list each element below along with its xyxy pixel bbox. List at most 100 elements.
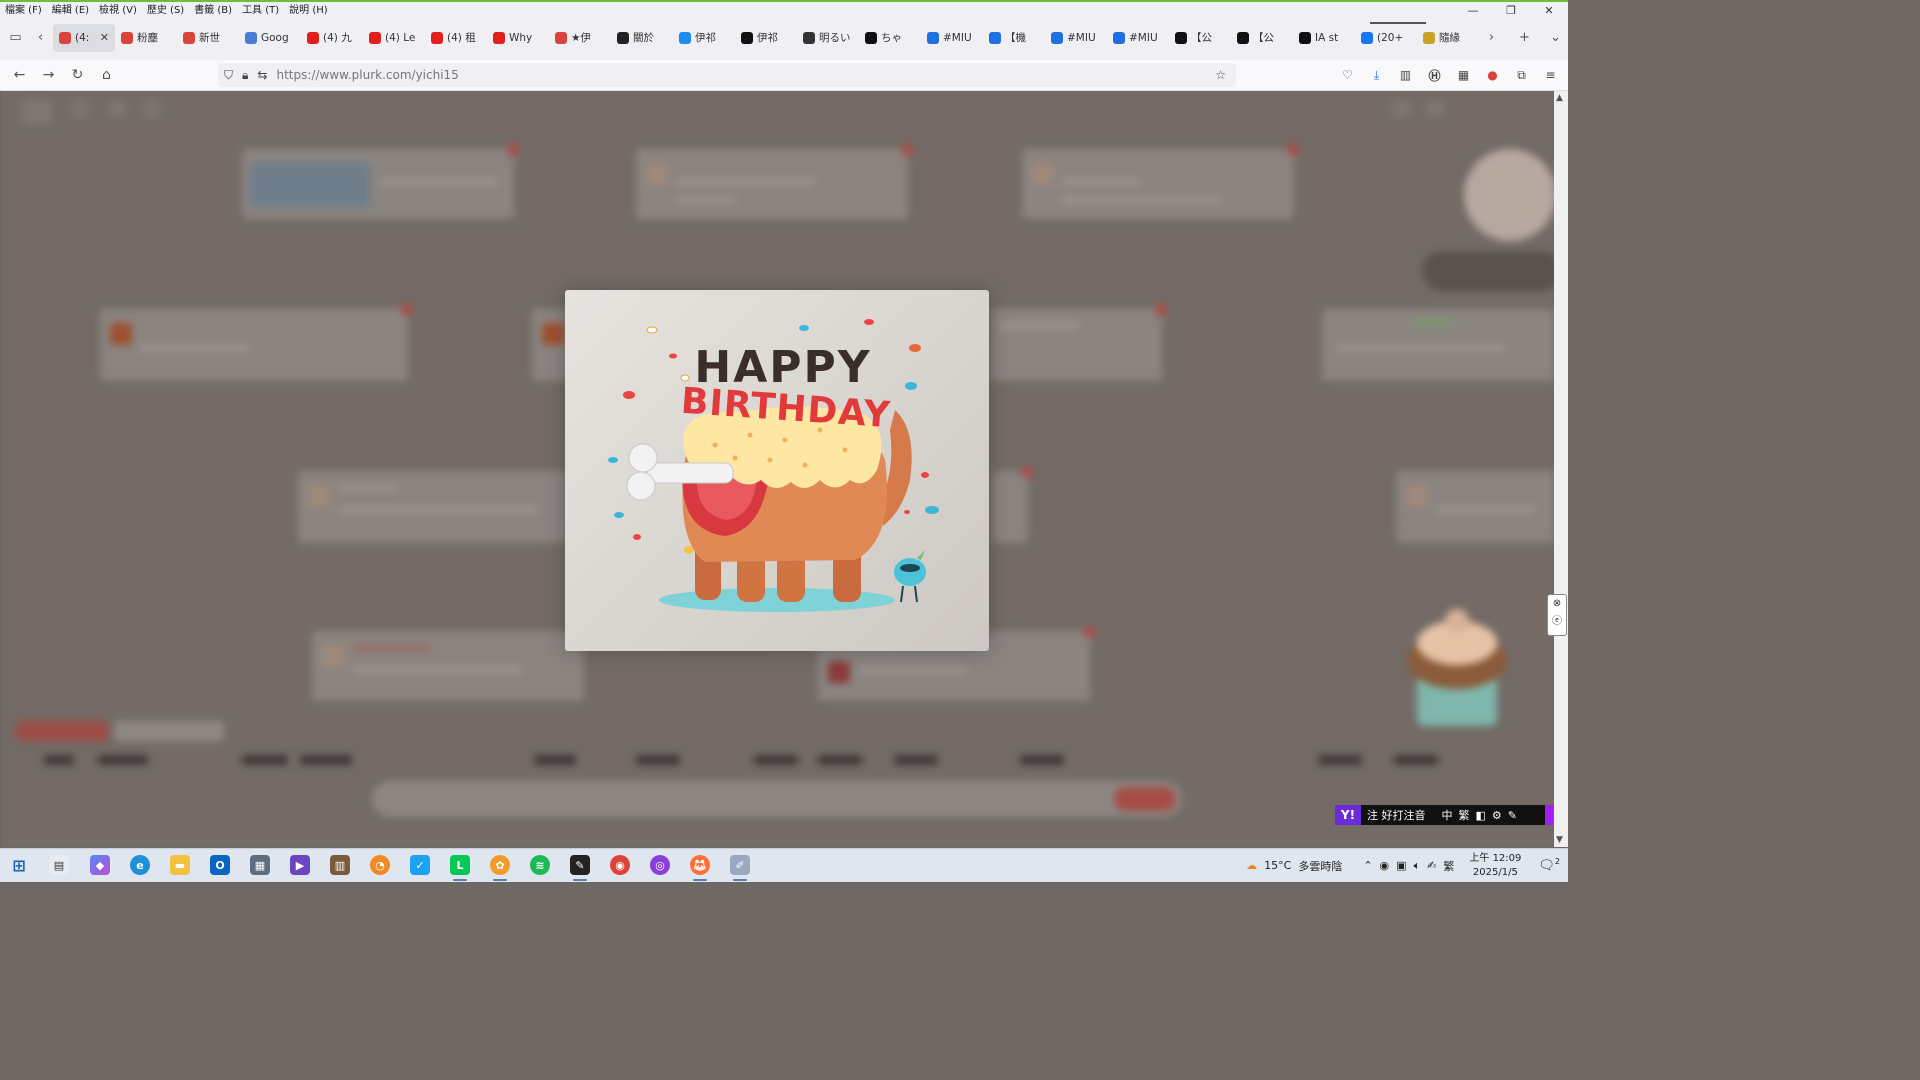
spotify-icon[interactable]: ≋ <box>530 855 550 875</box>
tab-item[interactable]: #MIU <box>1045 24 1107 52</box>
game-app-icon[interactable]: ◎ <box>650 855 670 875</box>
reload-icon[interactable]: ↻ <box>63 62 92 88</box>
chrome-icon[interactable]: ◉ <box>610 855 630 875</box>
close-widget-icon[interactable]: ⊗ <box>1548 595 1566 613</box>
menu-view[interactable]: 檢視 (V) <box>94 1 142 16</box>
ime-name[interactable]: 注 好打注音 <box>1367 807 1426 823</box>
birthday-image-modal[interactable]: HAPPY BIRTHDAY <box>565 290 989 651</box>
tab-item[interactable]: 伊祁 <box>735 24 797 52</box>
scroll-down-icon[interactable]: ▼ <box>1556 835 1563 845</box>
ime-tools-icon[interactable]: ✎ <box>1508 809 1517 822</box>
orange-app-icon[interactable]: ◔ <box>370 855 390 875</box>
show-hidden-icons-icon[interactable]: ⌃ <box>1363 859 1372 872</box>
scroll-tabs-right-icon[interactable]: › <box>1479 25 1504 51</box>
url-bar[interactable]: ⛉ 🔒︎ ⇆ https://www.plurk.com/yichi15 ☆ <box>218 63 1236 87</box>
edge-icon[interactable]: e <box>130 855 150 875</box>
bluesky-app-icon[interactable]: ✓ <box>410 855 430 875</box>
ime-settings-icon[interactable]: ⚙ <box>1492 809 1502 822</box>
ime-mode[interactable]: 中 <box>1442 807 1453 823</box>
weather-icon[interactable]: ☁ <box>1246 859 1257 872</box>
tab-item[interactable]: 隨緣 <box>1417 24 1479 52</box>
list-all-tabs-icon[interactable]: ⌄ <box>1543 25 1568 51</box>
tab-item[interactable]: (4) Le <box>363 24 425 52</box>
widget-e-icon[interactable]: ⓔ <box>1548 613 1566 631</box>
calculator-icon[interactable]: ▦ <box>250 855 270 875</box>
tab-item[interactable]: (4) 九 <box>301 24 363 52</box>
volume-icon[interactable]: 🔈︎ <box>1414 859 1421 873</box>
pen-tray-icon[interactable]: ✍ <box>1427 859 1436 872</box>
paint-app-icon[interactable]: ✐ <box>730 855 750 881</box>
line-app-icon[interactable]: L <box>450 855 470 881</box>
tab-item[interactable]: #MIU <box>921 24 983 52</box>
tab-overview-icon[interactable]: ▭ <box>3 25 28 51</box>
tab-item[interactable]: Goog <box>239 24 301 52</box>
tab-item[interactable]: (4) 租 <box>425 24 487 52</box>
tab-item[interactable]: Why <box>487 24 549 52</box>
weather-temp[interactable]: 15°C <box>1264 859 1291 872</box>
ime-charset[interactable]: 繁 <box>1459 807 1470 823</box>
tracking-shield-icon[interactable]: ⛉ <box>224 68 233 83</box>
page-scrollbar[interactable]: ▲ ▼ <box>1554 91 1568 847</box>
extensions-puzzle-icon[interactable]: ⧉ <box>1510 63 1533 87</box>
tab-item[interactable]: 新世 <box>177 24 239 52</box>
yahoo-ime-logo[interactable]: Y! <box>1335 805 1361 825</box>
downloads-icon[interactable]: ⤓ <box>1365 63 1388 87</box>
task-view-icon[interactable]: ▤ <box>49 855 69 875</box>
firefox-icon[interactable]: 🦊︎ <box>690 855 710 881</box>
tab-item[interactable]: #MIU <box>1107 24 1169 52</box>
copilot-icon[interactable]: ◆ <box>90 855 110 875</box>
start-icon[interactable]: ⊞ <box>9 855 29 875</box>
pocket-icon[interactable]: ♡ <box>1336 63 1359 87</box>
url-text[interactable]: https://www.plurk.com/yichi15 <box>276 68 458 82</box>
notification-icon[interactable]: 🗨︎2 <box>1538 857 1560 873</box>
tab-item[interactable]: IA st <box>1293 24 1355 52</box>
tab-label: ★伊 <box>571 32 591 44</box>
input-language[interactable]: 繁 <box>1443 858 1454 874</box>
new-tab-icon[interactable]: + <box>1512 25 1537 51</box>
library-icon[interactable]: ▥ <box>1394 63 1417 87</box>
extension-bars-icon[interactable]: ▦ <box>1452 63 1475 87</box>
tab-item[interactable]: (20+ <box>1355 24 1417 52</box>
tab-item[interactable]: ちゃ <box>859 24 921 52</box>
tab-item[interactable]: 【公 <box>1231 24 1293 52</box>
menu-history[interactable]: 歷史 (S) <box>142 1 189 16</box>
extension-h-icon[interactable]: Ⓗ <box>1423 63 1446 87</box>
tab-label: #MIU <box>1067 31 1096 44</box>
tab-item[interactable]: (4: ✕ <box>53 23 115 52</box>
bookmark-star-icon[interactable]: ☆ <box>1215 68 1226 82</box>
extension-red-icon[interactable]: ● <box>1481 63 1504 87</box>
tab-item[interactable]: 關於 <box>611 24 673 52</box>
menu-bookmarks[interactable]: 書籤 (B) <box>189 1 237 16</box>
weather-desc[interactable]: 多雲時陰 <box>1298 858 1342 874</box>
menu-tools[interactable]: 工具 (T) <box>237 1 284 16</box>
menu-edit[interactable]: 編輯 (E) <box>47 1 94 16</box>
network-icon[interactable]: ▣ <box>1396 859 1406 872</box>
close-tab-icon[interactable]: ✕ <box>100 31 109 44</box>
tab-item[interactable]: 明るい <box>797 24 859 52</box>
media-player-icon[interactable]: ▶ <box>290 855 310 875</box>
menu-file[interactable]: 檔案 (F) <box>0 1 47 16</box>
scroll-up-icon[interactable]: ▲ <box>1556 93 1563 103</box>
scroll-tabs-left-icon[interactable]: ‹ <box>28 25 53 51</box>
tab-item[interactable]: 伊祁 <box>673 24 735 52</box>
lock-icon[interactable]: 🔒︎ <box>242 68 248 83</box>
file-explorer-icon[interactable]: ▬ <box>170 855 190 875</box>
ime-halfwidth-icon[interactable]: ◧ <box>1476 809 1486 822</box>
tab-item[interactable]: 【公 <box>1169 24 1231 52</box>
record-icon[interactable]: ◉ <box>1380 859 1390 872</box>
clock[interactable]: 上午 12:09 2025/1/5 <box>1469 852 1521 880</box>
tab-item[interactable]: 粉塵 <box>115 24 177 52</box>
outlook-icon[interactable]: O <box>210 855 230 875</box>
permissions-icon[interactable]: ⇆ <box>257 68 267 82</box>
tab-item[interactable]: 【機 <box>983 24 1045 52</box>
home-icon[interactable]: ⌂ <box>92 62 121 88</box>
books-app-icon[interactable]: ▥ <box>330 855 350 875</box>
back-icon[interactable]: ← <box>5 62 34 88</box>
pen-app-icon[interactable]: ✎ <box>570 855 590 881</box>
app-menu-icon[interactable]: ≡ <box>1539 63 1562 87</box>
tab-item[interactable]: ★伊 <box>549 24 611 52</box>
forward-icon[interactable]: → <box>34 62 63 88</box>
side-widget[interactable]: ⊗ ⓔ <box>1547 594 1567 636</box>
menu-help[interactable]: 說明 (H) <box>284 1 333 16</box>
cat-app-icon[interactable]: ✿ <box>490 855 510 881</box>
